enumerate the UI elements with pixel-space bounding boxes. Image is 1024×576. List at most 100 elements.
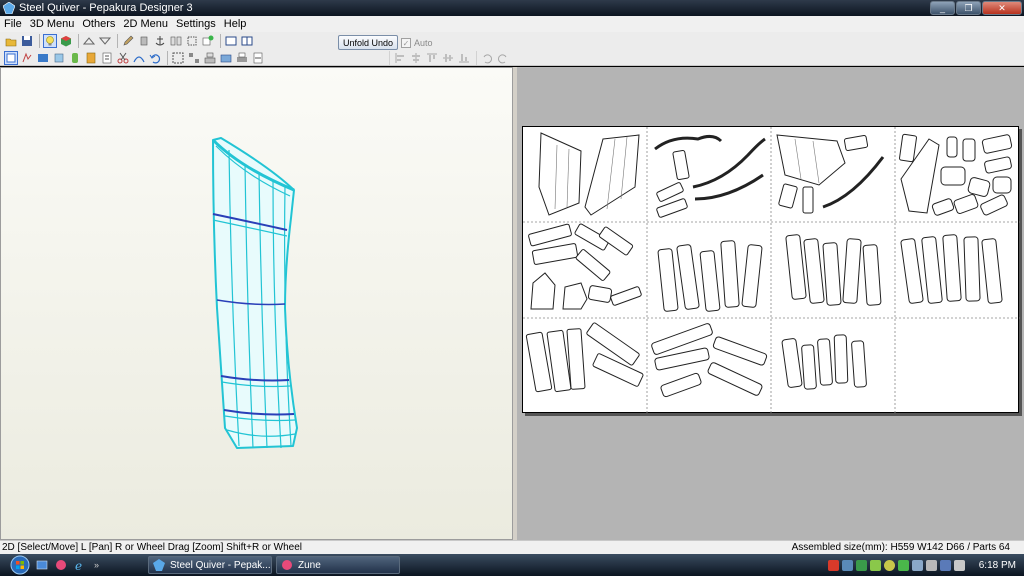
unfold-undo-button[interactable]: Unfold Undo (338, 35, 399, 50)
pick-color-icon[interactable] (201, 34, 215, 48)
show-desktop-icon[interactable] (35, 558, 49, 572)
paper-sheet (522, 126, 1020, 414)
toolbar-row-1 (4, 33, 256, 49)
toolbar-separator (220, 34, 221, 48)
zoom-fit-icon[interactable] (171, 51, 185, 65)
task-zune[interactable]: Zune (276, 556, 400, 574)
unfolded-parts-layout (523, 127, 1020, 414)
update-tray-icon[interactable] (897, 559, 909, 571)
flap-icon[interactable] (52, 51, 66, 65)
refold-icon[interactable] (98, 34, 112, 48)
edit-text-icon[interactable] (100, 51, 114, 65)
dual-window-icon[interactable] (240, 34, 254, 48)
internet-explorer-icon[interactable]: e (73, 558, 87, 572)
menu-others[interactable]: Others (78, 18, 119, 30)
unfold-icon[interactable] (82, 34, 96, 48)
taskbar-clock[interactable]: 6:18 PM (979, 560, 1016, 571)
page-setup-icon[interactable] (219, 51, 233, 65)
image-icon[interactable] (36, 51, 50, 65)
assembled-size: Assembled size(mm): H559 W142 D66 / Part… (791, 542, 1010, 553)
usb-tray-icon[interactable] (925, 559, 937, 571)
close-button[interactable]: ✕ (982, 1, 1022, 15)
curve-icon[interactable] (132, 51, 146, 65)
system-tray: 6:18 PM (825, 554, 1024, 576)
pepakura-task-icon (153, 559, 165, 571)
unfolded-parts (525, 132, 1013, 398)
toolbar-separator (389, 51, 390, 65)
menu-help[interactable]: Help (220, 18, 251, 30)
3d-view-panel[interactable] (0, 67, 513, 540)
save-icon[interactable] (20, 34, 34, 48)
status-bar: 2D [Select/Move] L [Pan] R or Wheel Drag… (0, 540, 1024, 554)
start-button[interactable] (5, 554, 35, 576)
maximize-button[interactable]: ❐ (956, 1, 981, 15)
join-edge-icon[interactable] (68, 51, 82, 65)
align-center-icon[interactable] (409, 51, 423, 65)
align-bottom-icon[interactable] (457, 51, 471, 65)
cylinder-icon[interactable] (137, 34, 151, 48)
align-top-icon[interactable] (425, 51, 439, 65)
messenger-tray-icon[interactable] (883, 559, 895, 571)
auto-label: Auto (414, 37, 433, 48)
print-preview-icon[interactable] (251, 51, 265, 65)
rotate-right-icon[interactable] (496, 51, 510, 65)
texture-cube-icon[interactable] (59, 34, 73, 48)
toolbar-area (0, 32, 1024, 66)
task-label: Steel Quiver - Pepak... (170, 559, 271, 571)
menu-settings[interactable]: Settings (172, 18, 220, 30)
menu-bar: File 3D Menu Others 2D Menu Settings Hel… (0, 16, 1024, 32)
monitor-tray-icon[interactable] (841, 559, 853, 571)
svg-text:e: e (75, 559, 82, 571)
toolbar-row-2 (4, 50, 267, 66)
undo-icon[interactable] (148, 51, 162, 65)
layout-icon[interactable] (187, 51, 201, 65)
arrange-icon[interactable] (203, 51, 217, 65)
menu-3d[interactable]: 3D Menu (26, 18, 79, 30)
2d-view-panel[interactable] (517, 67, 1024, 540)
align-middle-icon[interactable] (441, 51, 455, 65)
pepakura-app-icon (3, 2, 15, 14)
lightbulb-icon[interactable] (43, 34, 57, 48)
network-tray-icon[interactable] (855, 559, 867, 571)
align-toolbar (386, 50, 512, 66)
align-left-icon[interactable] (393, 51, 407, 65)
device-tray-icon[interactable] (911, 559, 923, 571)
quicklaunch-more[interactable]: » (94, 560, 99, 570)
toolbar-separator (117, 34, 118, 48)
select-mode-icon[interactable] (4, 51, 18, 65)
menu-2d[interactable]: 2D Menu (119, 18, 172, 30)
quiver-3d-mesh (211, 137, 298, 449)
menu-file[interactable]: File (0, 18, 26, 30)
task-steel-quiver[interactable]: Steel Quiver - Pepak... (148, 556, 272, 574)
window-title: Steel Quiver - Pepakura Designer 3 (19, 2, 193, 14)
antivirus-tray-icon[interactable] (827, 559, 839, 571)
display-tray-icon[interactable] (939, 559, 951, 571)
zune-task-icon (282, 560, 292, 570)
windows-taskbar: e » Steel Quiver - Pepak... Zune 6:18 PM (0, 554, 1024, 576)
toolbar-separator (39, 34, 40, 48)
toolbar-separator (78, 34, 79, 48)
minimize-button[interactable]: _ (930, 1, 955, 15)
volume-tray-icon[interactable] (953, 559, 965, 571)
open-file-icon[interactable] (4, 34, 18, 48)
windows-logo-icon (10, 555, 30, 575)
toolbar-separator (167, 51, 168, 65)
security-tray-icon[interactable] (869, 559, 881, 571)
auto-checkbox[interactable]: ✓ Auto (401, 35, 433, 50)
pencil-icon[interactable] (121, 34, 135, 48)
3d-model-view (211, 137, 298, 449)
rotate-part-icon[interactable] (20, 51, 34, 65)
print-icon[interactable] (235, 51, 249, 65)
rotate-left-icon[interactable] (480, 51, 494, 65)
anchor-icon[interactable] (153, 34, 167, 48)
auto-checkmark: ✓ (401, 37, 411, 48)
single-window-icon[interactable] (224, 34, 238, 48)
move-icon[interactable] (185, 34, 199, 48)
task-label: Zune (298, 559, 321, 571)
scissors-icon[interactable] (116, 51, 130, 65)
zune-quicklaunch-icon[interactable] (54, 558, 68, 572)
status-hint: 2D [Select/Move] L [Pan] R or Wheel Drag… (2, 542, 303, 553)
title-bar: Steel Quiver - Pepakura Designer 3 _ ❐ ✕ (0, 0, 1024, 16)
book-icon[interactable] (84, 51, 98, 65)
columns-icon[interactable] (169, 34, 183, 48)
